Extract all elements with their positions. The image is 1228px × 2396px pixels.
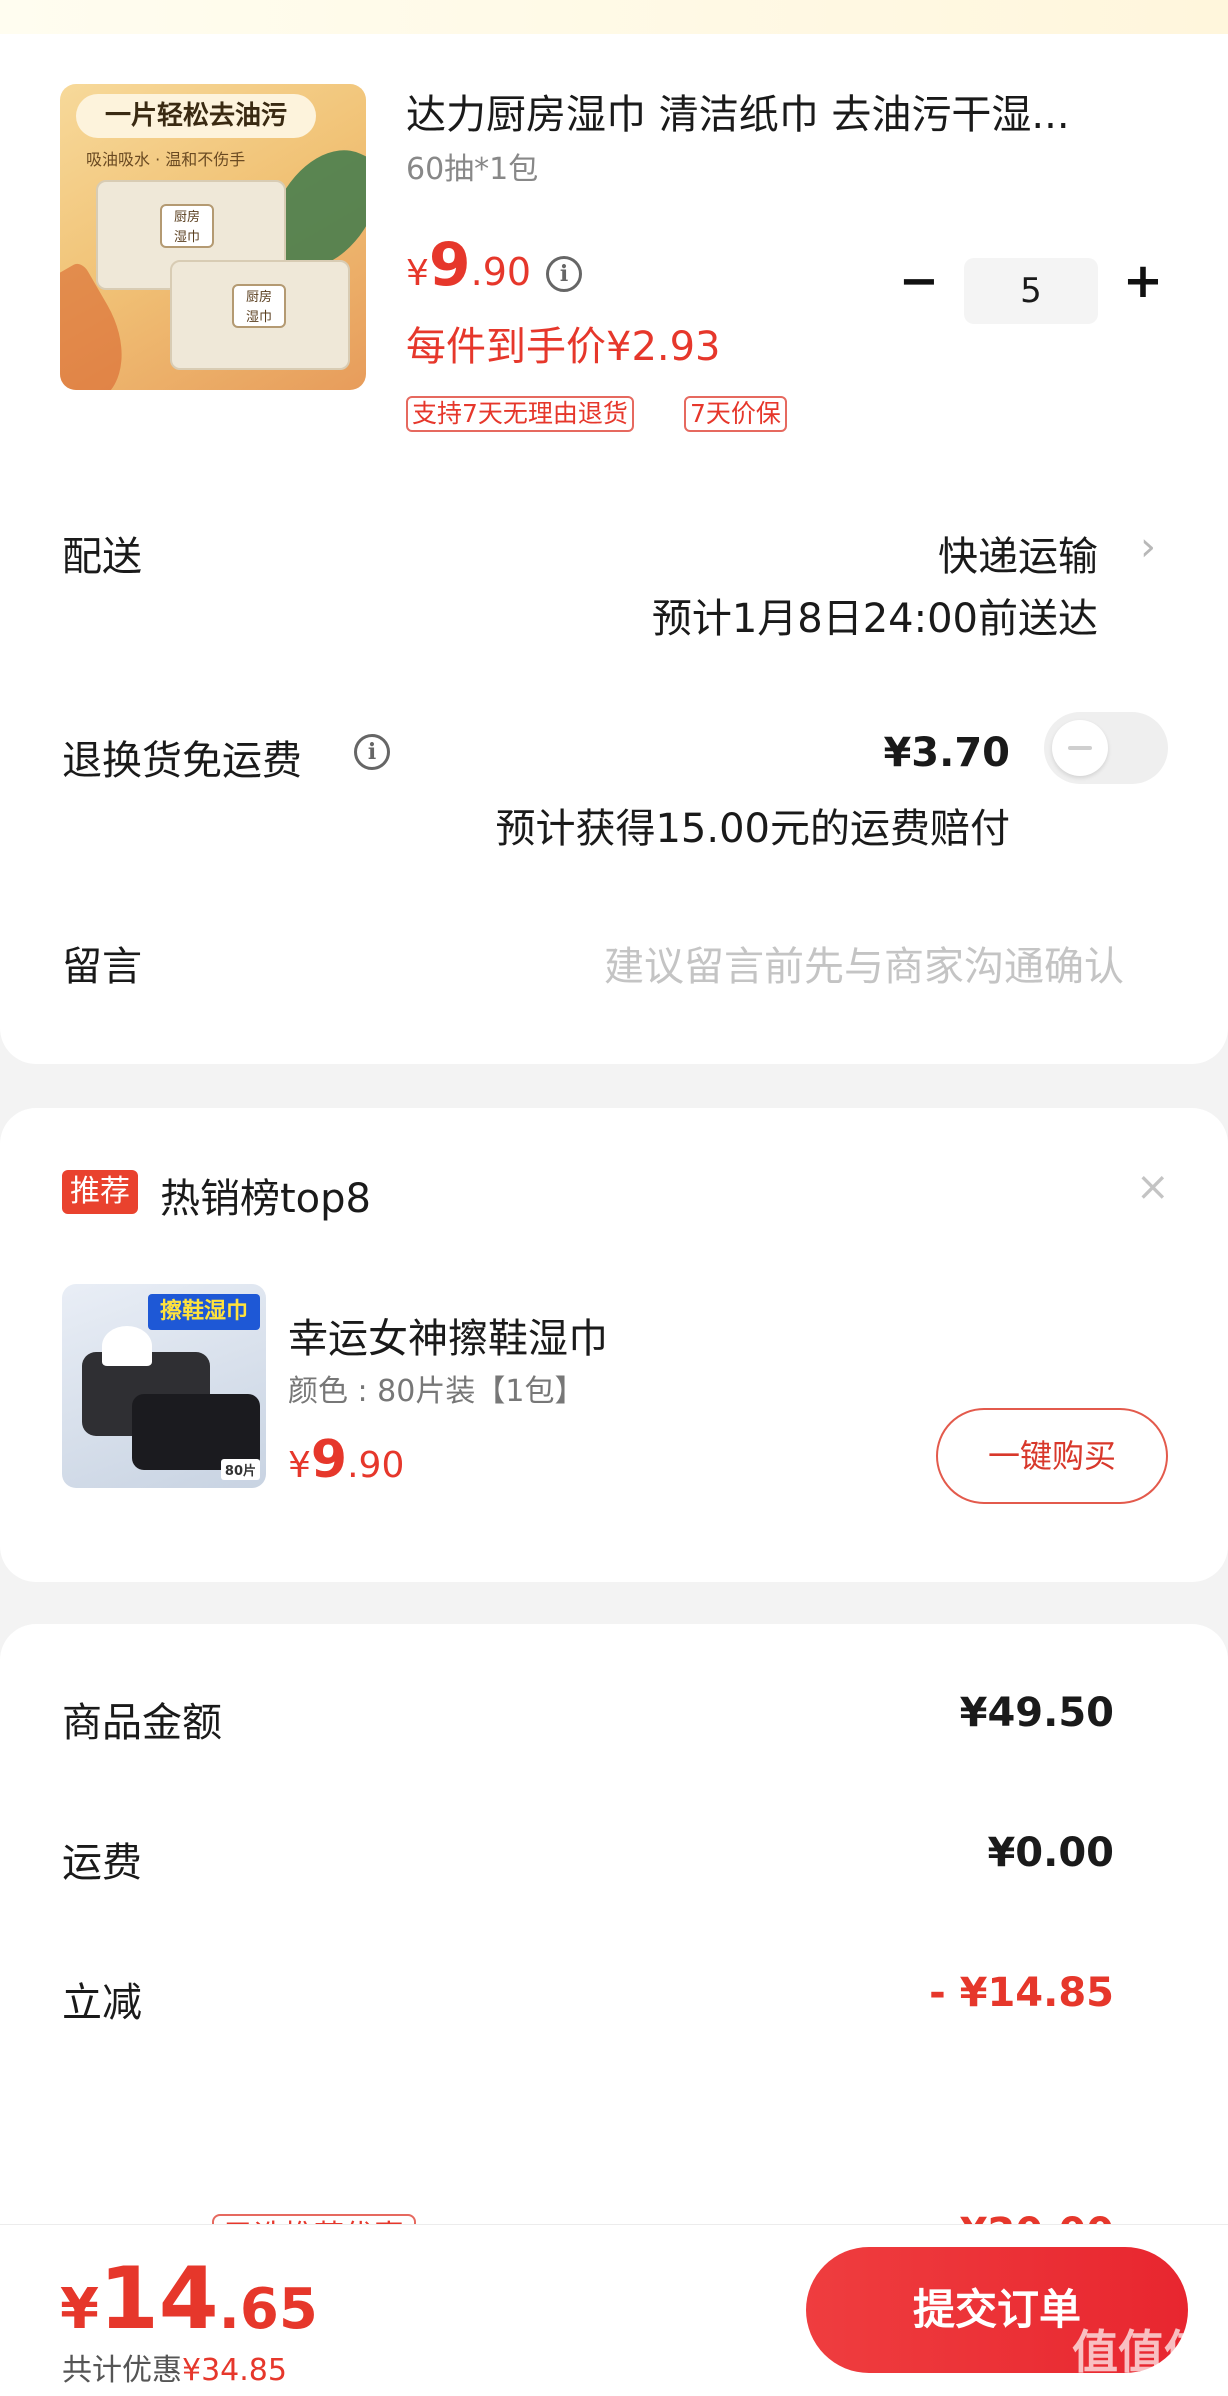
- product-pack: 厨房 湿巾: [170, 260, 350, 370]
- price-integer: 14: [98, 2249, 219, 2349]
- recommendation-card: 推荐 热销榜top8 × 擦鞋湿巾 80片 幸运女神擦鞋湿巾 颜色 : 80片装…: [0, 1108, 1228, 1582]
- quantity-plus-button[interactable]: +: [1118, 257, 1168, 308]
- return-shipping-info-icon[interactable]: i: [354, 734, 390, 770]
- recommend-badge: 推荐: [62, 1170, 138, 1214]
- discount-label: 立减: [62, 1980, 142, 2026]
- pack-logo: 厨房 湿巾: [160, 204, 214, 248]
- recommend-product-price: ¥9.90: [288, 1430, 404, 1490]
- quantity-minus-button[interactable]: −: [894, 257, 944, 308]
- quantity-input[interactable]: 5: [964, 258, 1098, 324]
- price-decimal: .90: [470, 250, 532, 294]
- unit-price: 每件到手价¥2.93: [406, 324, 721, 370]
- saving-label: 共计优惠: [62, 2353, 182, 2388]
- price-protect-tag: 7天价保: [684, 396, 787, 432]
- total-saving: 共计优惠¥34.85: [62, 2345, 287, 2389]
- message-input[interactable]: 建议留言前先与商家沟通确认: [604, 934, 1124, 992]
- recommend-product-name[interactable]: 幸运女神擦鞋湿巾: [288, 1306, 608, 1364]
- price-info-icon[interactable]: i: [546, 256, 582, 292]
- watermark-url: zhizhizhi.com: [1080, 2372, 1175, 2388]
- recommend-product-image[interactable]: 擦鞋湿巾 80片: [62, 1284, 266, 1488]
- top-strip: [0, 0, 1228, 34]
- shipping-fee-label: 运费: [62, 1840, 142, 1886]
- product-image-banner: 一片轻松去油污: [76, 94, 316, 138]
- order-summary-card: 商品金额 ¥49.50 运费 ¥0.00 立减 - ¥14.85 优惠券 已选推…: [0, 1624, 1228, 2268]
- return-shipping-label: 退换货免运费: [62, 738, 302, 784]
- saving-amount: ¥34.85: [182, 2353, 287, 2388]
- delivery-eta: 预计1月8日24:00前送达: [651, 596, 1098, 642]
- goods-amount-value: ¥49.50: [959, 1690, 1114, 1736]
- return-shipping-note: 预计获得15.00元的运费赔付: [495, 806, 1010, 852]
- recommend-product-spec: 颜色 : 80片装【1包】: [288, 1374, 585, 1409]
- tissue-shape: [102, 1326, 152, 1366]
- checkout-bar: ¥14.65 共计优惠¥34.85 提交订单: [0, 2224, 1228, 2396]
- recommend-image-count: 80片: [220, 1459, 260, 1480]
- delivery-label: 配送: [62, 534, 142, 580]
- pack-logo: 厨房 湿巾: [232, 284, 286, 328]
- one-click-buy-button[interactable]: 一键购买: [936, 1408, 1168, 1504]
- price-decimal: .65: [218, 2277, 318, 2342]
- product-title[interactable]: 达力厨房湿巾 清洁纸巾 去油污干湿...: [406, 82, 1146, 140]
- message-label: 留言: [62, 944, 142, 990]
- return-shipping-price: ¥3.70: [883, 730, 1010, 776]
- product-spec[interactable]: 60抽*1包: [406, 144, 538, 188]
- close-icon[interactable]: ×: [1136, 1164, 1170, 1210]
- total-price: ¥14.65: [60, 2249, 318, 2349]
- toggle-knob: [1052, 720, 1108, 776]
- delivery-method[interactable]: 快递运输: [938, 524, 1098, 582]
- recommend-image-label: 擦鞋湿巾: [148, 1294, 260, 1330]
- price-integer: 9: [428, 230, 471, 300]
- delivery-chevron-icon[interactable]: ›: [1140, 524, 1156, 570]
- goods-amount-label: 商品金额: [62, 1700, 222, 1746]
- recommend-title: 热销榜top8: [160, 1176, 371, 1222]
- price-currency: ¥: [60, 2277, 99, 2342]
- product-image-subtext: 吸油吸水 · 温和不伤手: [86, 150, 246, 169]
- return-shipping-toggle[interactable]: [1044, 712, 1168, 784]
- return-policy-tag: 支持7天无理由退货: [406, 396, 634, 432]
- discount-value: - ¥14.85: [929, 1970, 1114, 2016]
- price-integer: 9: [310, 1430, 348, 1490]
- price-currency: ¥: [288, 1445, 311, 1486]
- price-currency: ¥: [406, 253, 429, 294]
- product-card: 一片轻松去油污 吸油吸水 · 温和不伤手 厨房 湿巾 厨房 湿巾 达力厨房湿巾 …: [0, 34, 1228, 1064]
- shipping-fee-value: ¥0.00: [987, 1830, 1114, 1876]
- product-price: ¥9.90: [406, 230, 531, 300]
- price-decimal: .90: [347, 1445, 405, 1486]
- product-image[interactable]: 一片轻松去油污 吸油吸水 · 温和不伤手 厨房 湿巾 厨房 湿巾: [60, 84, 366, 390]
